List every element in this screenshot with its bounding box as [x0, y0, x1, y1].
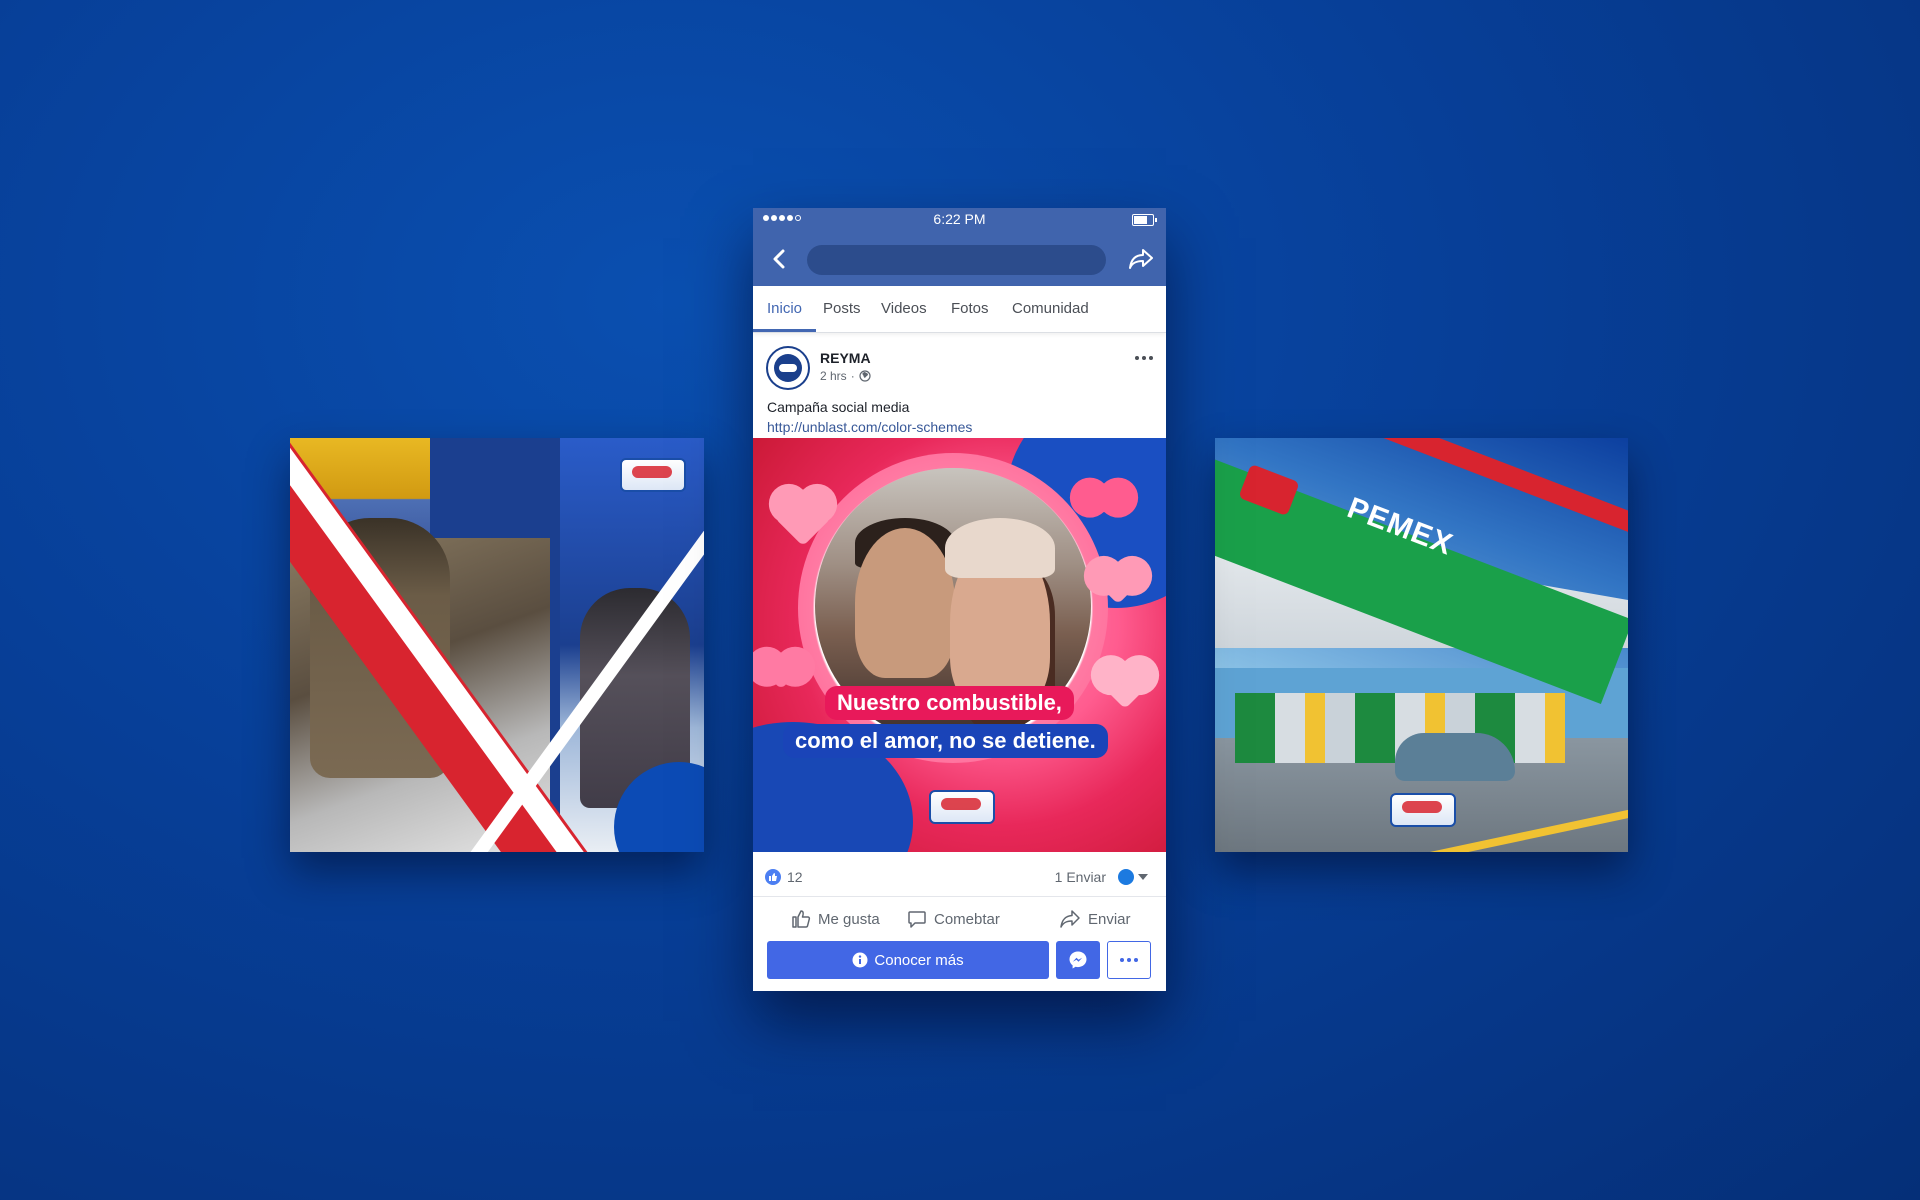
status-time: 6:22 PM [933, 211, 986, 227]
learn-more-button[interactable]: Conocer más [767, 941, 1049, 979]
brand-logo [1390, 793, 1456, 827]
share-icon [1060, 910, 1080, 928]
post-text: Campaña social media [767, 399, 910, 415]
status-bar: 6:22 PM [753, 208, 1166, 232]
post-header: REYMA 2 hrs · [753, 338, 1166, 398]
share-label: Enviar [1088, 910, 1131, 928]
post-time[interactable]: 2 hrs [820, 369, 847, 383]
profile-avatar [1118, 869, 1134, 885]
battery-icon [1132, 214, 1157, 226]
post-options-button[interactable] [1132, 350, 1156, 366]
avatar[interactable] [766, 346, 810, 390]
tab-inicio[interactable]: Inicio [753, 286, 817, 332]
globe-icon [859, 370, 871, 382]
comment-button[interactable]: Comebtar [907, 902, 1000, 936]
thumbs-up-icon [792, 910, 811, 928]
parked-car [1395, 733, 1515, 781]
caret-down-icon [1138, 874, 1148, 880]
post-meta: 2 hrs · [820, 369, 871, 383]
like-count[interactable]: 12 [787, 869, 803, 885]
search-bar[interactable] [807, 245, 1106, 275]
share-button[interactable]: Enviar [1059, 902, 1131, 936]
heart-icon [1088, 483, 1120, 515]
page-name[interactable]: REYMA [820, 350, 871, 366]
learn-more-label: Conocer más [874, 951, 964, 969]
campaign-image-gas-station: PEMEX [1215, 438, 1628, 852]
nav-bar [753, 232, 1166, 286]
phone-mockup: 6:22 PM Inicio Posts Videos Fotos Comuni… [753, 208, 1166, 991]
brand-logo [929, 790, 995, 824]
comment-icon [908, 911, 926, 928]
woman-beanie [945, 518, 1055, 578]
post-image[interactable]: Nuestro combustible, como el amor, no se… [753, 438, 1166, 852]
like-reaction-icon [765, 869, 781, 885]
image-headline-line-2: como el amor, no se detiene. [783, 724, 1108, 758]
post-link[interactable]: http://unblast.com/color-schemes [767, 419, 972, 435]
reaction-profile-selector[interactable] [1118, 869, 1148, 885]
heart-icon [762, 652, 800, 690]
cta-row: Conocer más [753, 941, 1166, 983]
reactions-bar: 12 1 Enviar [753, 858, 1166, 897]
info-icon [852, 952, 868, 968]
share-arrow-icon [1129, 249, 1153, 269]
more-options-button[interactable] [1107, 941, 1151, 979]
share-count[interactable]: 1 Enviar [1055, 869, 1106, 885]
comment-label: Comebtar [934, 910, 1000, 928]
meta-separator: · [850, 369, 855, 383]
tab-fotos[interactable]: Fotos [951, 286, 989, 332]
back-button[interactable] [763, 243, 795, 275]
messenger-icon [1069, 951, 1087, 969]
messenger-button[interactable] [1056, 941, 1100, 979]
heart-icon [1100, 660, 1150, 710]
brand-logo [620, 458, 686, 492]
tab-posts[interactable]: Posts [823, 286, 861, 332]
like-button[interactable]: Me gusta [791, 902, 880, 936]
post-actions: Me gusta Comebtar Enviar [753, 898, 1166, 938]
image-headline-line-1: Nuestro combustible, [825, 686, 1074, 720]
tab-comunidad[interactable]: Comunidad [1012, 286, 1089, 332]
like-label: Me gusta [818, 910, 880, 928]
campaign-image-mechanics [290, 438, 704, 852]
page-tabs: Inicio Posts Videos Fotos Comunidad [753, 286, 1166, 333]
chevron-left-icon [773, 249, 785, 269]
share-page-button[interactable] [1124, 242, 1158, 276]
man-figure [855, 528, 955, 678]
tab-videos[interactable]: Videos [881, 286, 927, 332]
